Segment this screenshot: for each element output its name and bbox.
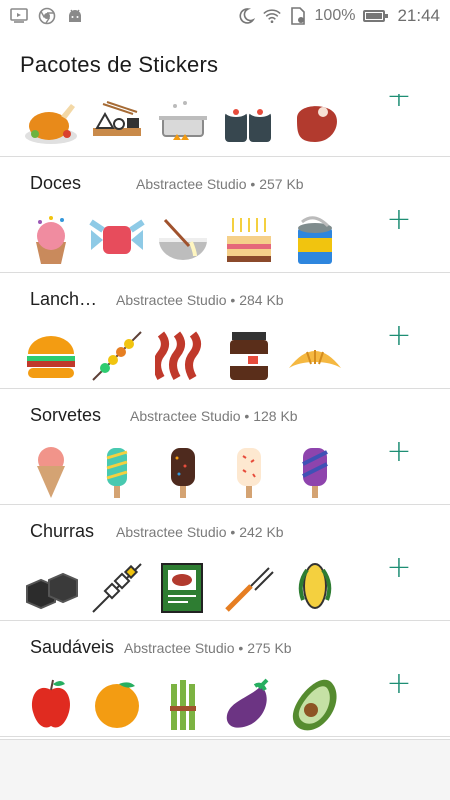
sticker-pack-list[interactable]: + Doces Abstractee Studio • 257 Kb + Lan… [0,94,450,739]
moon-icon [237,7,255,25]
apple-sticker [22,675,80,733]
steak-sticker [286,94,344,152]
status-bar: 100% 21:44 [0,0,450,32]
popsicle-purple-sticker [286,443,344,501]
candy-sticker [88,211,146,269]
sticker-pack-row[interactable]: Churras Abstractee Studio • 242 Kb + [0,505,450,621]
chrome-icon [38,7,56,25]
sticker-pack-row[interactable]: Sorvetes Abstractee Studio • 128 Kb + [0,389,450,505]
cooking-pot-sticker [154,94,212,152]
popsicle-sprinkles-sticker [220,443,278,501]
add-pack-button[interactable]: + [386,94,412,112]
corn-sticker [286,559,344,617]
charcoal-sticker [22,559,80,617]
nutella-jar-sticker [220,327,278,385]
pack-name: Lanch… [30,289,98,309]
mixing-bowl-sticker [154,211,212,269]
pack-meta: Abstractee Studio • 275 Kb [124,640,292,656]
pack-meta: Abstractee Studio • 257 Kb [136,176,304,192]
sticker-preview-row [22,94,344,152]
sushi-rolls-sticker [220,94,278,152]
croissant-sticker [286,327,344,385]
app-bar: Pacotes de Stickers [0,32,450,94]
battery-percent: 100% [314,7,356,24]
sticker-pack-row[interactable]: Saudáveis Abstractee Studio • 275 Kb + [0,621,450,737]
add-pack-button[interactable]: + [386,669,412,699]
pack-name: Churras [30,521,95,541]
pack-name: Doces [30,173,82,193]
condensed-milk-can-sticker [286,211,344,269]
empty-area [0,739,450,800]
sticker-preview-row [22,443,344,501]
pack-name: Saudáveis [30,637,115,657]
popsicle-striped-sticker [88,443,146,501]
screen-cast-icon [10,7,28,25]
sticker-preview-row [22,559,344,617]
kebab-sticker [88,327,146,385]
popsicle-chocolate-sticker [154,443,212,501]
sticker-preview-row [22,211,344,269]
sim-icon [289,7,307,25]
pack-meta: Abstractee Studio • 284 Kb [116,292,284,308]
roast-chicken-sticker [22,94,80,152]
sticker-preview-row [22,675,344,733]
pack-meta: Abstractee Studio • 242 Kb [116,524,284,540]
add-pack-button[interactable]: + [386,553,412,583]
sticker-preview-row [22,327,344,385]
cupcake-sticker [22,211,80,269]
sushi-board-sticker [88,94,146,152]
skewer-sticker [88,559,146,617]
birthday-cake-sticker [220,211,278,269]
add-pack-button[interactable]: + [386,321,412,351]
asparagus-sticker [154,675,212,733]
wifi-icon [262,7,281,25]
pack-name: Sorvetes [30,405,102,425]
bacon-sticker [154,327,212,385]
orange-sticker [88,675,146,733]
sticker-pack-row[interactable]: Doces Abstractee Studio • 257 Kb + [0,157,450,273]
burger-sticker [22,327,80,385]
ice-cream-cone-sticker [22,443,80,501]
avocado-sticker [286,675,344,733]
clock: 21:44 [397,6,440,25]
android-icon [66,7,84,25]
eggplant-sticker [220,675,278,733]
add-pack-button[interactable]: + [386,437,412,467]
add-pack-button[interactable]: + [386,205,412,235]
pack-meta: Abstractee Studio • 128 Kb [130,408,298,424]
page-title: Pacotes de Stickers [20,52,219,77]
meat-book-sticker [154,559,212,617]
sticker-pack-row[interactable]: Lanch… Abstractee Studio • 284 Kb + [0,273,450,389]
bbq-fork-sticker [220,559,278,617]
battery-icon [363,10,389,22]
sticker-pack-row[interactable]: + [0,94,450,157]
